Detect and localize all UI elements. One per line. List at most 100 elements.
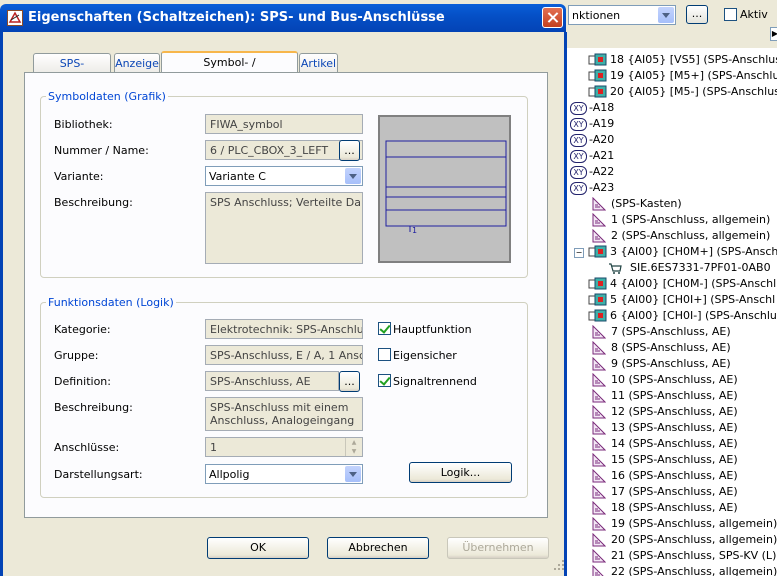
number-browse-button[interactable]: ...	[339, 140, 360, 161]
tree-item-label: 9 (SPS-Anschluss, AE)	[611, 357, 731, 370]
variant-dropdown[interactable]: Variante C	[205, 166, 363, 186]
tab-artikel[interactable]: Artikel	[299, 53, 338, 74]
tree-item-label: -A18	[589, 101, 615, 114]
number-name-label: Nummer / Name:	[54, 144, 149, 157]
tree-item-label: 10 (SPS-Anschluss, AE)	[611, 373, 738, 386]
display-type-value: Allpolig	[209, 468, 250, 481]
xy-icon: XY	[570, 102, 587, 115]
xy-icon: XY	[570, 118, 587, 131]
tree-item-label: 1 (SPS-Anschluss, allgemein)	[611, 213, 771, 226]
chevron-down-icon	[345, 168, 361, 184]
tree-item-label: -A23	[589, 181, 615, 194]
plc-icon	[588, 53, 607, 67]
tree-toolbar: nktionen ... Aktiv ▶	[566, 0, 777, 48]
tree-item-label: 19 {AI05} [M5+] (SPS-Anschlus	[610, 69, 777, 82]
plc-icon	[588, 277, 607, 291]
triangle-icon	[592, 388, 607, 403]
chevron-down-icon	[345, 466, 361, 482]
tree-item-label: -A22	[589, 165, 615, 178]
logic-button[interactable]: Logik...	[409, 462, 512, 483]
tab-sps-anschluss[interactable]: SPS-Anschluss	[33, 53, 111, 90]
triangle-icon	[592, 436, 607, 451]
main-function-label: Hauptfunktion	[393, 323, 472, 336]
triangle-icon	[592, 532, 607, 547]
filter-dropdown-value: nktionen	[572, 9, 621, 22]
definition-browse-button[interactable]: ...	[339, 371, 360, 392]
active-checkbox[interactable]	[724, 8, 737, 21]
triangle-icon	[592, 196, 607, 211]
triangle-icon	[592, 356, 607, 371]
triangle-icon	[592, 228, 607, 243]
function-description-field: SPS-Anschluss mit einem Anschluss, Analo…	[205, 397, 363, 431]
chevron-down-icon	[658, 7, 674, 23]
triangle-icon	[592, 420, 607, 435]
connections-spinner-arrows[interactable]: ▲ ▼	[345, 438, 362, 456]
symbol-description-field: SPS Anschluss; Verteilte Darste	[205, 192, 363, 264]
display-type-dropdown[interactable]: Allpolig	[205, 464, 363, 484]
active-label: Aktiv	[740, 8, 768, 21]
dialog-title: Eigenschaften (Schaltzeichen): SPS- und …	[28, 10, 445, 25]
category-label: Kategorie:	[54, 323, 111, 336]
definition-label: Definition:	[54, 375, 111, 388]
tree-list: 18 {AI05} [VS5] (SPS-Anschlus 19 {AI05} […	[566, 48, 777, 576]
triangle-icon	[592, 484, 607, 499]
tree-item-label: -A21	[589, 149, 615, 162]
tree-item-label: 15 (SPS-Anschluss, AE)	[611, 453, 738, 466]
tree-item-label: 14 (SPS-Anschluss, AE)	[611, 437, 738, 450]
tree-item-label: 19 (SPS-Anschluss, allgemein)	[611, 517, 777, 530]
library-field: FIWA_symbol	[205, 114, 363, 134]
symbol-preview: 1	[378, 115, 511, 263]
tree-item-label: 3 {AI00} [CH0M+] (SPS-Ansch	[610, 245, 777, 258]
tree-item-label: 17 (SPS-Anschluss, AE)	[611, 485, 738, 498]
intrinsic-safe-label: Eigensicher	[393, 349, 457, 362]
xy-icon: XY	[570, 182, 587, 195]
tree-item-label: 4 {AI00} [CH0M-] (SPS-Anschl	[610, 277, 777, 290]
apply-button: Übernehmen	[447, 537, 549, 559]
tree-item-label: 11 (SPS-Anschluss, AE)	[611, 389, 738, 402]
xy-icon: XY	[570, 150, 587, 163]
connections-spinner[interactable]: 1	[205, 437, 363, 457]
group-label: Gruppe:	[54, 349, 99, 362]
variant-label: Variante:	[54, 170, 104, 183]
tree-item-label: 20 (SPS-Anschluss, allgemein)	[611, 533, 777, 546]
resize-grip-icon[interactable]	[552, 558, 566, 572]
signal-separating-label: Signaltrennend	[393, 375, 477, 388]
filter-browse-button[interactable]: ...	[686, 5, 708, 24]
tree-item-label: 18 {AI05} [VS5] (SPS-Anschlus	[610, 53, 777, 66]
main-function-checkbox[interactable]	[378, 322, 391, 335]
group-field: SPS-Anschluss, E / A, 1 Anschl	[205, 345, 363, 365]
triangle-icon	[592, 372, 607, 387]
tab-symbol-funktionsdaten[interactable]: Symbol- / Funktionsdaten	[161, 51, 298, 89]
close-icon[interactable]	[542, 7, 563, 28]
symbol-description-label: Beschreibung:	[54, 196, 133, 209]
plc-icon	[588, 69, 607, 83]
tree-item-label: (SPS-Kasten)	[611, 197, 682, 210]
triangle-icon	[592, 452, 607, 467]
ok-button[interactable]: OK	[207, 537, 309, 559]
tree-item-label: 22 (SPS-Anschluss, allgemein)	[611, 565, 777, 576]
xy-icon: XY	[570, 134, 587, 147]
tab-anzeige[interactable]: Anzeige	[114, 53, 160, 74]
properties-dialog: Eigenschaften (Schaltzeichen): SPS- und …	[0, 0, 567, 576]
tree-item-label: 16 (SPS-Anschluss, AE)	[611, 469, 738, 482]
cancel-button[interactable]: Abbrechen	[327, 537, 429, 559]
triangle-icon	[592, 516, 607, 531]
tree-item-label: 18 (SPS-Anschluss, AE)	[611, 501, 738, 514]
filter-dropdown[interactable]: nktionen	[568, 5, 676, 25]
definition-field: SPS-Anschluss, AE	[205, 371, 339, 391]
signal-separating-checkbox[interactable]	[378, 374, 391, 387]
variant-dropdown-value: Variante C	[209, 170, 266, 183]
triangle-icon	[592, 500, 607, 515]
plc-icon	[588, 293, 607, 307]
app-icon	[7, 10, 23, 26]
function-data-legend: Funktionsdaten (Logik)	[46, 296, 176, 309]
panel-scroll-right-icon[interactable]: ▶	[770, 27, 777, 41]
tree-item-label: 12 (SPS-Anschluss, AE)	[611, 405, 738, 418]
tree-item-label: 21 (SPS-Anschluss, SPS-KV (L))	[611, 549, 777, 562]
tree-item-label: 7 (SPS-Anschluss, AE)	[611, 325, 731, 338]
library-label: Bibliothek:	[54, 118, 113, 131]
tree-collapse-toggle[interactable]: −	[574, 248, 584, 258]
triangle-icon	[592, 548, 607, 563]
intrinsic-safe-checkbox[interactable]	[378, 348, 391, 361]
tree-item-label: -A20	[589, 133, 615, 146]
